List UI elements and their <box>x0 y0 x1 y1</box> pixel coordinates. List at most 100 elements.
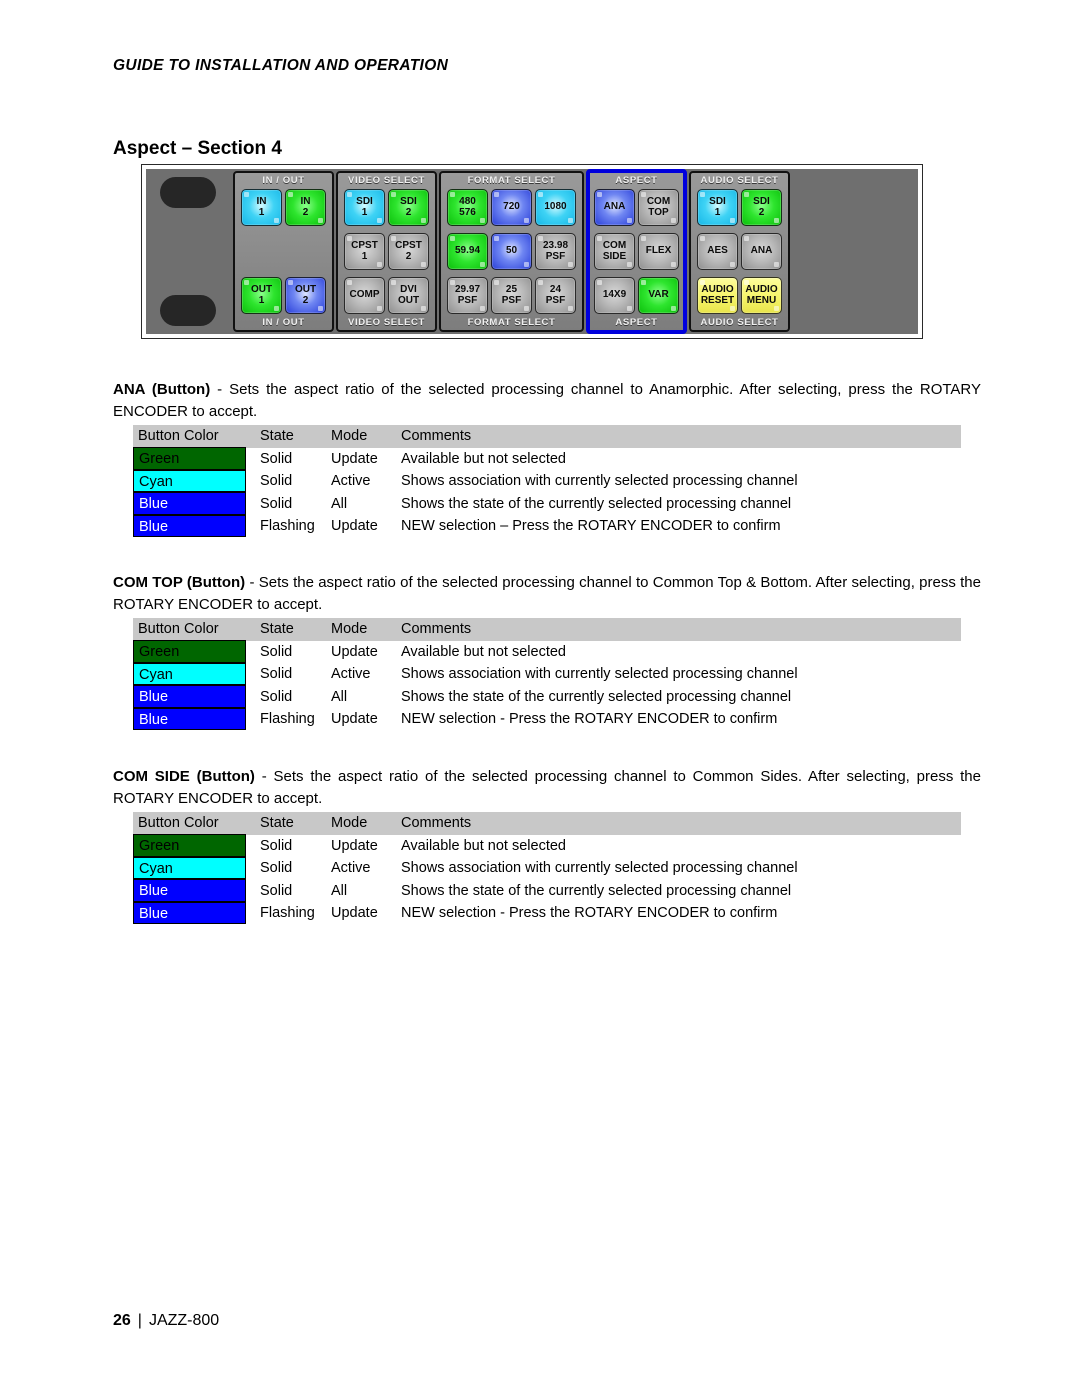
panel-button-format-select-59-94[interactable]: 59.94 <box>447 233 488 270</box>
cell-comments: Shows the state of the currently selecte… <box>401 688 792 705</box>
cell-button-color: Cyan <box>133 856 251 880</box>
cell-mode: Update <box>331 711 378 727</box>
panel-button-aspect-com-top[interactable]: COM TOP <box>638 189 679 226</box>
panel-button-video-select-cpst-1[interactable]: CPST 1 <box>344 233 385 270</box>
panel-button-label: OUT 1 <box>250 284 273 306</box>
panel-button-label: FLEX <box>645 245 672 257</box>
table-row: Cyan Solid Active Shows association with cu… <box>133 469 961 493</box>
panel-button-format-select-24-psf[interactable]: 24 PSF <box>535 277 576 314</box>
panel-button-in-out-out-2[interactable]: OUT 2 <box>285 277 326 314</box>
paragraph-com-side-heading: COM SIDE (Button) <box>113 768 255 785</box>
panel-button-audio-select-audio-menu[interactable]: AUDIO MENU <box>741 277 782 314</box>
panel-button-label: IN 2 <box>300 196 311 218</box>
panel-button-format-select-50[interactable]: 50 <box>491 233 532 270</box>
control-panel-figure: IN / OUT IN 1 IN 2 OUT 1 OUT 2 IN / OUT VIDEO SELE… <box>141 164 923 339</box>
panel-button-label: OUT 2 <box>294 284 317 306</box>
panel-button-label: 1080 <box>544 201 567 213</box>
panel-button-format-select-23-98-psf[interactable]: 23.98 PSF <box>535 233 576 270</box>
document-page: GUIDE TO INSTALLATION AND OPERATION Aspe… <box>0 0 1080 1397</box>
panel-group-label-bottom-in-out: IN / OUT <box>262 317 305 328</box>
panel-button-format-select-480-576[interactable]: 480 576 <box>447 189 488 226</box>
panel-button-label: VAR <box>648 289 669 301</box>
panel-button-aspect-flex[interactable]: FLEX <box>638 233 679 270</box>
cell-button-color: Blue <box>133 685 251 709</box>
cell-comments: Available but not selected <box>401 643 566 660</box>
panel-button-label: SDI 2 <box>753 196 770 218</box>
col-state: State <box>251 425 328 448</box>
panel-button-aspect-com-side[interactable]: COM SIDE <box>594 233 635 270</box>
color-swatch: Cyan <box>133 469 246 492</box>
col-button-color: Button Color <box>133 618 251 641</box>
panel-button-in-out-in-1[interactable]: IN 1 <box>241 189 282 226</box>
paragraph-com-top-heading: COM TOP (Button) <box>113 574 246 591</box>
panel-button-audio-select-sdi-2[interactable]: SDI 2 <box>741 189 782 226</box>
panel-button-video-select-dvi-out[interactable]: DVI OUT <box>388 277 429 314</box>
col-mode: Mode <box>328 618 398 641</box>
panel-button-format-select-29-97-psf[interactable]: 29.97 PSF <box>447 277 488 314</box>
panel-button-audio-select-audio-reset[interactable]: AUDIO RESET <box>697 277 738 314</box>
panel-left-bracket <box>146 169 232 334</box>
panel-button-label: COM TOP <box>646 196 671 218</box>
panel-button-aspect-14x9[interactable]: 14X9 <box>594 277 635 314</box>
panel-group-in-out: IN / OUT IN 1 IN 2 OUT 1 OUT 2 IN / OUT <box>233 171 334 332</box>
cell-button-color: Green <box>133 447 251 471</box>
cell-state: Flashing <box>260 518 315 534</box>
panel-button-video-select-sdi-1[interactable]: SDI 1 <box>344 189 385 226</box>
knob-top-icon <box>160 177 216 208</box>
color-swatch: Cyan <box>133 662 246 685</box>
panel-button-audio-select-sdi-1[interactable]: SDI 1 <box>697 189 738 226</box>
panel-button-video-select-comp[interactable]: COMP <box>344 277 385 314</box>
col-comments: Comments <box>398 618 961 641</box>
panel-button-grid-format-select: 480 576 720 1080 59.94 50 23.98 PSF 29.97 PSF 25 PS… <box>441 187 582 316</box>
panel-button-aspect-ana[interactable]: ANA <box>594 189 635 226</box>
table-row: Cyan Solid Active Shows association with cu… <box>133 856 961 880</box>
cell-button-color: Green <box>133 834 251 858</box>
table-row: Blue Solid All Shows the state of the curre… <box>133 685 961 709</box>
color-swatch: Blue <box>133 514 246 537</box>
panel-button-aspect-var[interactable]: VAR <box>638 277 679 314</box>
color-swatch: Blue <box>133 707 246 730</box>
table-header-row: Button Color State Mode Comments <box>133 618 961 641</box>
panel-button-format-select-720[interactable]: 720 <box>491 189 532 226</box>
panel-button-in-out-in-2[interactable]: IN 2 <box>285 189 326 226</box>
panel-button-label: AES <box>707 245 728 257</box>
table-row: Blue Flashing Update NEW selection - Press … <box>133 901 961 925</box>
color-swatch: Blue <box>133 685 246 708</box>
footer-separator: | <box>137 1312 142 1329</box>
panel-button-video-select-sdi-2[interactable]: SDI 2 <box>388 189 429 226</box>
panel-button-label: 50 <box>505 245 518 257</box>
col-comments: Comments <box>398 425 961 448</box>
cell-mode: All <box>331 688 348 705</box>
paragraph-ana-body: - Sets the aspect ratio of the selected … <box>113 381 981 420</box>
cell-state: Solid <box>260 860 293 876</box>
table-row: Green Solid Update Available but not select… <box>133 447 961 471</box>
cell-state: Solid <box>260 473 293 489</box>
panel-button-format-select-1080[interactable]: 1080 <box>535 189 576 226</box>
cell-button-color: Cyan <box>133 469 251 493</box>
cell-button-color: Cyan <box>133 662 251 686</box>
panel-button-audio-select-aes[interactable]: AES <box>697 233 738 270</box>
panel-button-format-select-25-psf[interactable]: 25 PSF <box>491 277 532 314</box>
panel-button-label: 59.94 <box>454 245 481 257</box>
control-panel-body: IN / OUT IN 1 IN 2 OUT 1 OUT 2 IN / OUT VIDEO SELE… <box>146 169 918 334</box>
cell-mode: Active <box>331 860 371 876</box>
panel-button-in-out-out-1[interactable]: OUT 1 <box>241 277 282 314</box>
paragraph-com-top: COM TOP (Button) - Sets the aspect ratio… <box>113 572 981 616</box>
color-swatch: Blue <box>133 901 246 924</box>
cell-state: Solid <box>260 882 293 899</box>
color-swatch: Green <box>133 834 246 857</box>
table-header-row: Button Color State Mode Comments <box>133 812 961 835</box>
cell-mode: All <box>331 495 348 512</box>
cell-mode: Update <box>331 518 378 534</box>
color-swatch: Green <box>133 447 246 470</box>
page-footer: 26 | JAZZ-800 <box>113 1312 219 1330</box>
panel-button-audio-select-ana[interactable]: ANA <box>741 233 782 270</box>
panel-button-video-select-cpst-2[interactable]: CPST 2 <box>388 233 429 270</box>
cell-mode: All <box>331 882 348 899</box>
panel-button-grid-aspect: ANA COM TOP COM SIDE FLEX 14X9 VAR <box>590 187 683 316</box>
panel-button-label: AUDIO MENU <box>745 284 778 306</box>
color-swatch: Green <box>133 640 246 663</box>
panel-group-format-select: FORMAT SELECT 480 576 720 1080 59.94 50 23.98 PS… <box>439 171 584 332</box>
panel-group-audio-select: AUDIO SELECT SDI 1 SDI 2 AES ANA AUDIO RESET AUDI… <box>689 171 790 332</box>
panel-button-label: 14X9 <box>602 289 627 301</box>
